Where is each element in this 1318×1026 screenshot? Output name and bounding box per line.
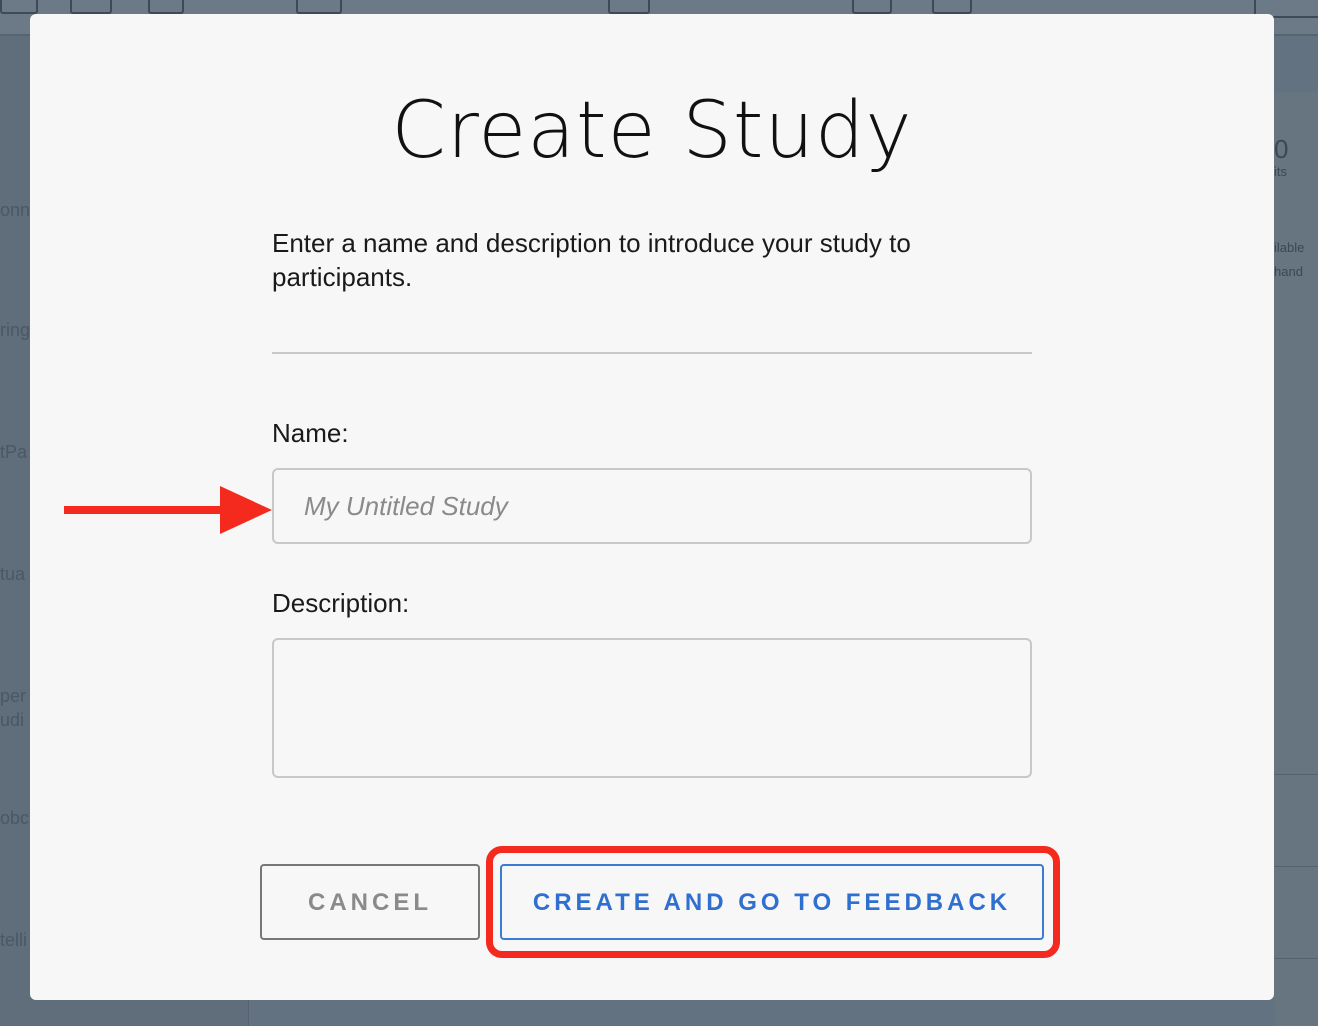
dialog-divider bbox=[272, 352, 1032, 354]
description-label: Description: bbox=[272, 588, 410, 618]
sidebar-item: obc bbox=[0, 808, 30, 828]
create-and-go-to-feedback-button[interactable]: CREATE AND GO TO FEEDBACK bbox=[500, 864, 1044, 940]
cancel-button[interactable]: CANCEL bbox=[260, 864, 480, 940]
right-panel-text: hand bbox=[1274, 264, 1303, 279]
toolbar-camera-icon bbox=[70, 0, 112, 14]
study-name-input[interactable] bbox=[272, 468, 1032, 544]
study-description-input[interactable] bbox=[272, 638, 1032, 778]
dialog-intro-text: Enter a name and description to introduc… bbox=[272, 228, 911, 292]
sidebar-item: tua bbox=[0, 564, 26, 584]
right-panel-divider bbox=[1274, 774, 1318, 775]
annotation-arrow-icon bbox=[220, 486, 272, 534]
sidebar-item: onn bbox=[0, 200, 31, 220]
toolbar-camera-icon-2 bbox=[148, 0, 184, 14]
toolbar-window-icon bbox=[296, 0, 342, 14]
toolbar-bars-icon bbox=[608, 0, 650, 14]
dialog-title: Create Study bbox=[391, 86, 913, 176]
sidebar-item: ring bbox=[0, 320, 31, 340]
toolbar-panel-icon bbox=[852, 0, 892, 14]
sidebar-item: udi bbox=[0, 710, 25, 730]
annotation-arrow-shaft bbox=[64, 506, 224, 514]
toolbar-grid-icon bbox=[0, 0, 38, 14]
right-panel-divider bbox=[1274, 958, 1318, 959]
sidebar-item: telli bbox=[0, 930, 28, 950]
right-panel-text: ilable bbox=[1274, 240, 1305, 255]
right-panel-divider bbox=[1274, 866, 1318, 867]
name-label: Name: bbox=[272, 418, 349, 448]
toolbar-panel-icon-2 bbox=[932, 0, 972, 14]
right-panel-count-label: its bbox=[1274, 164, 1287, 179]
background-right-panel bbox=[1274, 92, 1318, 1026]
sidebar-item: tPa bbox=[0, 442, 28, 462]
right-panel-count: 0 bbox=[1274, 134, 1289, 164]
sidebar-item: per bbox=[0, 686, 27, 706]
